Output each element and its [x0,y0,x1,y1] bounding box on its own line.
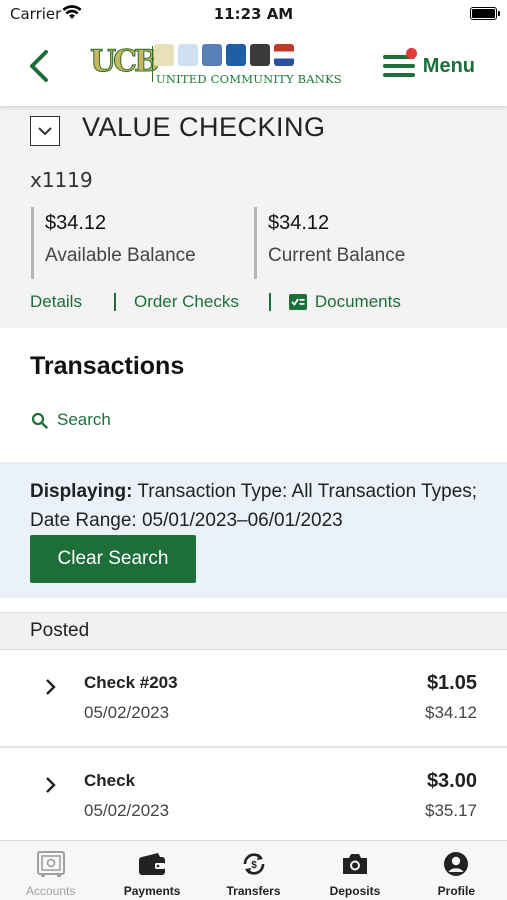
account-links: Details Order Checks Documents [30,292,401,312]
posted-label: Posted [30,620,90,641]
chevron-right-icon [46,679,56,695]
tab-transfers[interactable]: $ Transfers [203,841,304,900]
bank-logo: UCB UNITED COMMUNITY BANKS [89,42,342,90]
transaction-amount: $1.05 [426,672,477,694]
brand-tile-3 [202,44,222,66]
transaction-running-balance: $34.12 [425,703,477,722]
menu-button[interactable]: Menu [382,48,475,82]
available-balance-amount: $34.12 [45,212,107,234]
chevron-down-icon [38,127,52,136]
tab-label: Accounts [26,884,76,898]
collapse-button[interactable] [30,116,60,146]
logo-brands [154,44,294,70]
current-balance-label: Current Balance [268,245,406,266]
back-button[interactable] [24,46,56,86]
account-number: x1119 [30,168,93,192]
brand-tile-5 [250,44,270,66]
camera-icon [340,850,370,878]
available-balance-label: Available Balance [45,245,196,266]
document-icon [288,294,307,310]
profile-icon [441,850,471,878]
brand-tile-2 [178,44,198,66]
transaction-amount: $3.00 [426,770,477,792]
current-balance: $34.12 Current Balance [254,207,405,279]
filter-description: Displaying: Transaction Type: All Transa… [30,477,480,535]
logo-name: UNITED COMMUNITY BANKS [156,72,342,86]
available-balance: $34.12 Available Balance [31,207,196,279]
app-header: UCB UNITED COMMUNITY BANKS Menu [0,28,507,106]
brand-tile-4 [226,44,246,66]
tab-profile[interactable]: Profile [406,841,507,900]
tab-label: Transfers [226,884,281,898]
link-separator [113,293,116,311]
battery-icon [470,7,500,20]
tab-payments[interactable]: Payments [101,841,202,900]
transactions-heading: Transactions [30,352,185,380]
safe-icon [36,850,66,878]
order-checks-link[interactable]: Order Checks [134,292,239,312]
transaction-date: 05/02/2023 [84,703,170,722]
logo-mark: UCB [89,44,159,80]
tab-label: Profile [437,884,475,898]
search-link[interactable]: Search [31,410,111,430]
current-balance-amount: $34.12 [268,212,330,234]
filter-prefix: Displaying: [30,481,133,502]
chevron-left-icon [30,50,48,82]
chevron-right-icon [46,777,56,793]
transaction-date: 05/02/2023 [84,801,170,820]
brand-tile-6 [274,44,294,66]
link-separator [268,293,271,311]
search-icon [31,412,48,429]
transaction-row[interactable]: Check #203 05/02/2023 $1.05 $34.12 [0,650,507,748]
tab-accounts[interactable]: Accounts [0,841,101,900]
wallet-icon [137,850,167,878]
tab-label: Deposits [329,884,381,898]
documents-label: Documents [314,292,401,311]
menu-label: Menu [422,54,475,77]
transaction-running-balance: $35.17 [425,801,477,820]
search-filter-banner: Displaying: Transaction Type: All Transa… [0,462,507,598]
posted-section-header: Posted [0,612,507,650]
brand-tile-1 [154,44,174,66]
notification-dot [405,48,417,59]
transaction-row[interactable]: Check 05/02/2023 $3.00 $35.17 [0,748,507,846]
account-title: VALUE CHECKING [82,112,326,142]
transfer-icon: $ [239,850,269,878]
account-summary: VALUE CHECKING x1119 $34.12 Available Ba… [0,106,507,328]
bottom-tab-bar: Accounts Payments $ Transfers Deposits P… [0,840,507,900]
svg-text:$: $ [251,860,257,871]
tab-deposits[interactable]: Deposits [304,841,405,900]
documents-link[interactable]: Documents [288,292,401,312]
clear-search-button[interactable]: Clear Search [30,535,196,583]
details-link[interactable]: Details [30,292,82,312]
clock: 11:23 AM [213,5,294,23]
status-bar: Carrier 11:23 AM [0,0,507,28]
transaction-description: Check [84,771,136,790]
logo-divider [152,46,153,82]
tab-label: Payments [123,884,181,898]
hamburger-icon [382,48,417,78]
transaction-description: Check #203 [84,673,178,692]
search-label: Search [57,410,111,429]
